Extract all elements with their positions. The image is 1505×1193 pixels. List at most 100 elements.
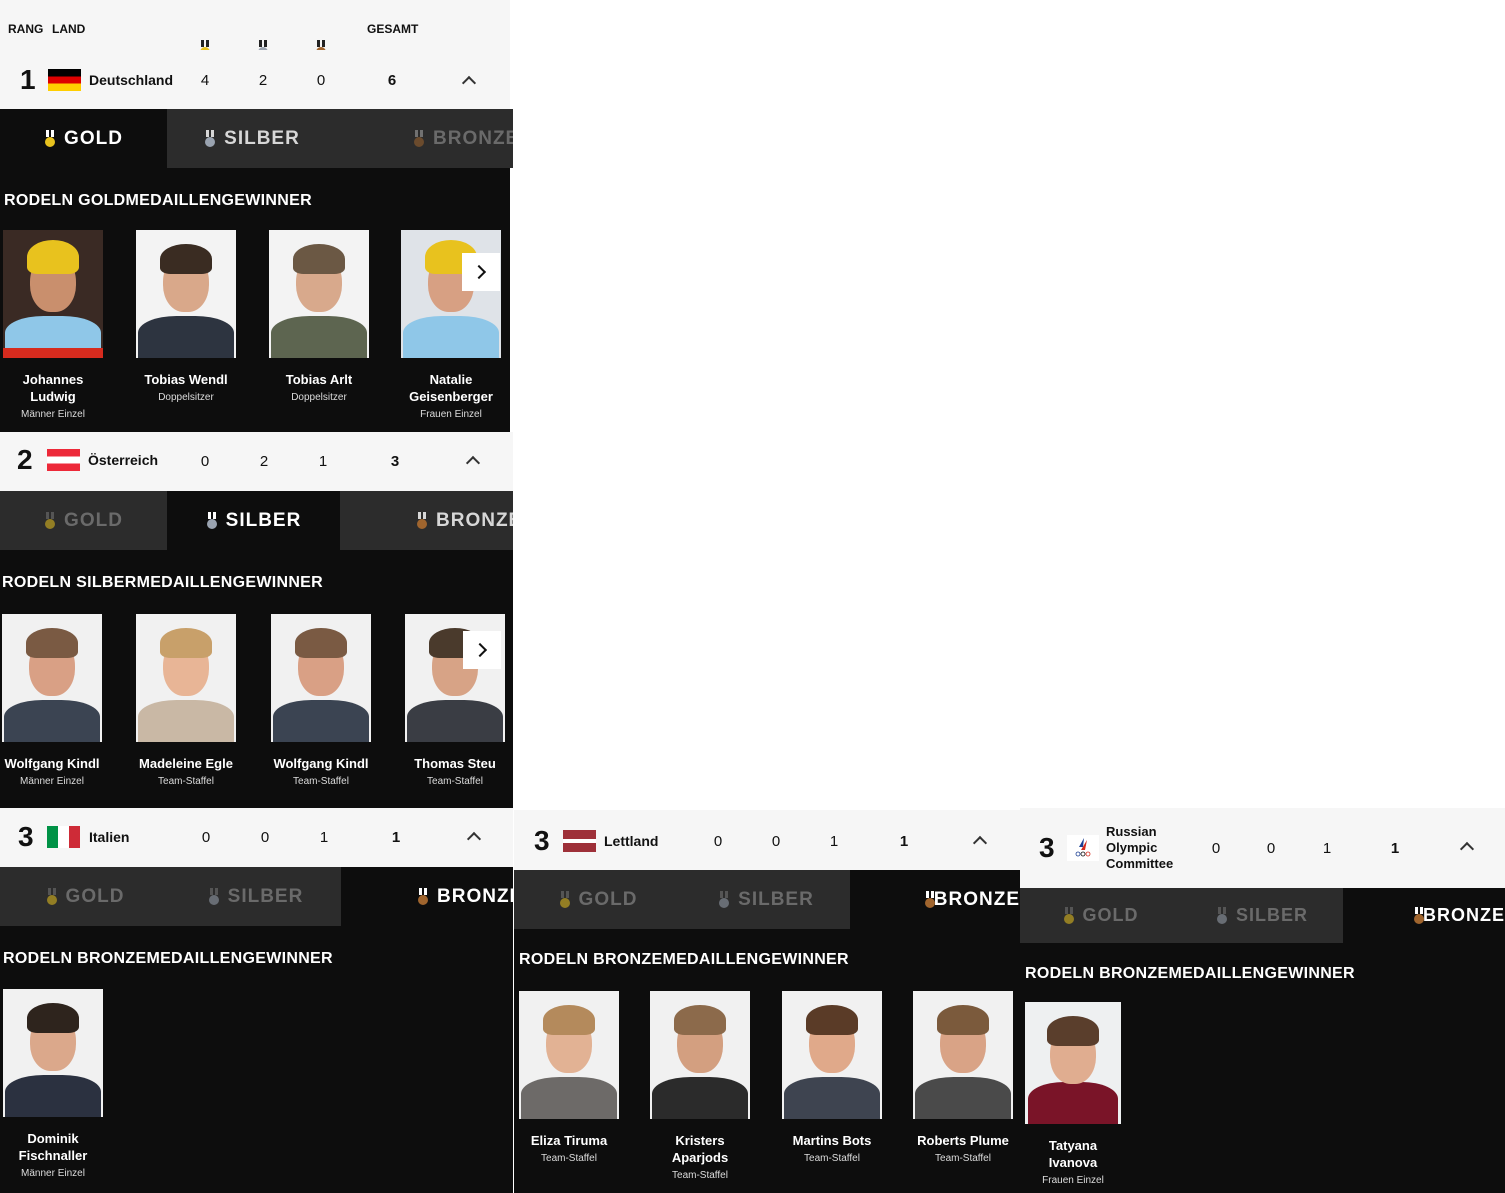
tab-gold[interactable]: GOLD (0, 491, 167, 550)
carousel-next-button[interactable] (462, 253, 500, 291)
country-row-germany[interactable]: 1 Deutschland 4 2 0 6 (0, 50, 510, 109)
athlete-event: Doppelsitzer (158, 392, 214, 403)
athlete-event: Team-Staffel (158, 776, 214, 787)
country-row-latvia[interactable]: 3 Lettland 0 0 1 1 (514, 810, 1020, 870)
athlete-card[interactable]: Madeleine Egle Team-Staffel (136, 614, 236, 787)
collapse-chevron-icon[interactable] (465, 455, 481, 471)
athlete-photo (3, 989, 103, 1117)
athlete-photo (650, 991, 750, 1119)
athlete-photo (3, 230, 103, 358)
athlete-name: Tatyana Ivanova (1048, 1138, 1098, 1170)
tab-label: GOLD (64, 127, 123, 149)
tab-bronze[interactable]: BRONZE (340, 491, 513, 550)
winners-section-germany: RODELN GOLDMEDAILLENGEWINNER Johannes Lu… (0, 168, 510, 432)
total-count: 1 (1390, 840, 1400, 857)
silver-medal-icon (206, 511, 218, 530)
rank: 1 (20, 64, 36, 95)
country-row-roc[interactable]: 3 Russian Olympic Committee 0 0 1 1 (1020, 808, 1505, 888)
bronze-medal-icon (417, 887, 429, 906)
athlete-name: Thomas Steu (414, 756, 496, 771)
athlete-card[interactable]: Wolfgang Kindl Team-Staffel (271, 614, 371, 787)
athlete-card[interactable]: Kristers Aparjods Team-Staffel (650, 991, 750, 1181)
section-title: RODELN SILBERMEDAILLENGEWINNER (2, 574, 323, 591)
land-heading: LAND (52, 22, 86, 36)
screenshot-collage: RANG LAND GESAMT 1 Deutschland 4 2 0 6 G… (0, 0, 1505, 1193)
rank: 3 (1039, 832, 1055, 863)
bronze-count: 1 (318, 453, 328, 470)
medal-tabs: GOLD SILBER BRONZE (0, 109, 513, 168)
section-title: RODELN BRONZEMEDAILLENGEWINNER (1025, 965, 1355, 982)
gold-medal-icon (559, 890, 571, 909)
tab-gold[interactable]: GOLD (0, 867, 170, 926)
silver-count: 0 (260, 829, 270, 846)
tab-gold[interactable]: GOLD (1020, 888, 1181, 943)
athlete-photo (136, 230, 236, 358)
athlete-name: Dominik Fischnaller (18, 1131, 88, 1163)
tab-bronze[interactable]: BRONZE (341, 867, 513, 926)
carousel-next-button[interactable] (463, 631, 501, 669)
tab-label: GOLD (578, 888, 638, 910)
athlete-card[interactable]: Johannes Ludwig Männer Einzel (3, 230, 103, 420)
athlete-name: Natalie Geisenberger (409, 372, 493, 404)
tab-label: BRONZE (437, 885, 513, 907)
athlete-card[interactable]: Tobias Wendl Doppelsitzer (136, 230, 236, 403)
athlete-photo (1025, 1002, 1121, 1124)
tab-label: BRONZE (933, 888, 1020, 910)
gold-medal-icon (44, 511, 56, 530)
athlete-photo (136, 614, 236, 742)
athlete-event: Männer Einzel (21, 409, 85, 420)
country-name: Österreich (88, 452, 159, 468)
athlete-name: Johannes Ludwig (22, 372, 84, 404)
athlete-card[interactable]: Eliza Tiruma Team-Staffel (519, 991, 619, 1164)
tab-bronze[interactable]: BRONZE (337, 109, 513, 168)
winners-section-roc: RODELN BRONZEMEDAILLENGEWINNER Tatyana I… (1020, 943, 1505, 1193)
country-row-italy[interactable]: 3 Italien 0 0 1 1 (0, 808, 513, 867)
bronze-medal-icon (1413, 906, 1424, 925)
roc-flag (1067, 835, 1099, 861)
athlete-card[interactable]: Wolfgang Kindl Männer Einzel (2, 614, 102, 787)
athlete-photo (913, 991, 1013, 1119)
medal-tabs: GOLD SILBER BRONZE (1020, 888, 1505, 943)
silver-medal-icon (718, 890, 730, 909)
collapse-chevron-icon[interactable] (466, 831, 482, 847)
athlete-event: Team-Staffel (672, 1170, 728, 1181)
tab-silber[interactable]: SILBER (1181, 888, 1343, 943)
tab-silber[interactable]: SILBER (170, 867, 341, 926)
tab-bronze[interactable]: BRONZE (1343, 888, 1505, 943)
athlete-photo (401, 230, 501, 358)
athlete-event: Frauen Einzel (420, 409, 482, 420)
bronze-medal-icon (413, 129, 425, 148)
collapse-chevron-icon[interactable] (461, 75, 477, 91)
tab-gold[interactable]: GOLD (0, 109, 167, 168)
medal-tabs: GOLD SILBER BRONZE (0, 491, 513, 550)
medal-table-header: RANG LAND GESAMT (0, 0, 510, 57)
athlete-card[interactable]: Tobias Arlt Doppelsitzer (269, 230, 369, 403)
gold-count: 0 (201, 829, 211, 846)
roc-logo-icon (1075, 838, 1091, 857)
rank: 3 (18, 821, 34, 852)
tab-label: GOLD (65, 885, 125, 907)
total-count: 6 (387, 72, 397, 89)
austria-flag (47, 449, 80, 471)
tab-label: GOLD (1082, 905, 1139, 925)
tab-label: BRONZE (1423, 905, 1505, 925)
silver-count: 2 (259, 453, 269, 470)
athlete-card[interactable]: Roberts Plume Team-Staffel (913, 991, 1013, 1164)
collapse-chevron-icon[interactable] (972, 835, 988, 851)
tab-gold[interactable]: GOLD (514, 870, 682, 929)
athlete-card[interactable]: Tatyana Ivanova Frauen Einzel (1025, 1002, 1121, 1186)
panel-left: RANG LAND GESAMT 1 Deutschland 4 2 0 6 G… (0, 0, 513, 1193)
tab-label: GOLD (64, 509, 123, 531)
gesamt-heading: GESAMT (367, 22, 419, 36)
tab-silber[interactable]: SILBER (682, 870, 850, 929)
tab-label: BRONZE (433, 127, 513, 149)
collapse-chevron-icon[interactable] (1459, 841, 1475, 857)
tab-silber[interactable]: SILBER (167, 109, 337, 168)
athlete-photo (2, 614, 102, 742)
gold-medal-icon (1063, 906, 1075, 925)
athlete-card[interactable]: Dominik Fischnaller Männer Einzel (3, 989, 103, 1179)
tab-silber[interactable]: SILBER (167, 491, 340, 550)
athlete-card[interactable]: Martins Bots Team-Staffel (782, 991, 882, 1164)
tab-bronze[interactable]: BRONZE (850, 870, 1020, 929)
country-row-austria[interactable]: 2 Österreich 0 2 1 3 (0, 432, 513, 491)
